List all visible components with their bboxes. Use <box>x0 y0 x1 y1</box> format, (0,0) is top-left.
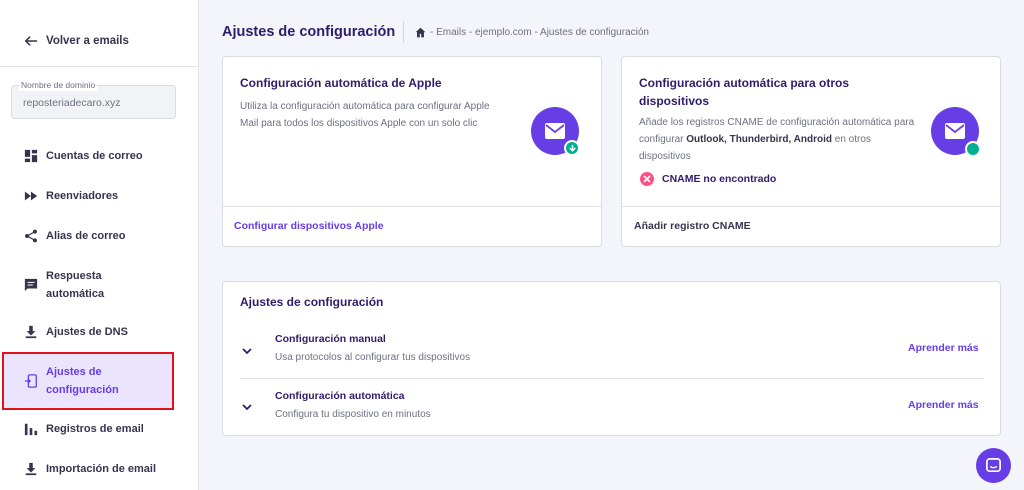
arrow-left-icon <box>24 36 38 46</box>
sidebar-item-label: Ajustes de DNS <box>46 326 128 338</box>
domain-value: reposteriadecaro.xyz <box>23 97 121 109</box>
sidebar-item-email-accounts[interactable]: Cuentas de correo <box>24 147 143 165</box>
sidebar-item-label: Importación de email <box>46 463 157 475</box>
sidebar-item-email-logs[interactable]: Registros de email <box>24 420 144 438</box>
apple-autoconfig-card: Configuración automática de Apple Utiliz… <box>222 56 602 247</box>
bar-chart-icon <box>24 423 38 436</box>
dashboard-icon <box>24 149 38 163</box>
back-label: Volver a emails <box>46 35 129 47</box>
card-divider <box>223 206 601 207</box>
sidebar-item-label: Ajustes de configuración <box>46 366 119 396</box>
learn-more-manual-link[interactable]: Aprender más <box>908 342 979 354</box>
status-dot-icon <box>965 141 981 157</box>
card-divider <box>622 206 1000 207</box>
cname-status-text: CNAME no encontrado <box>662 173 777 185</box>
chat-icon <box>986 458 1001 473</box>
sidebar-item-email-import[interactable]: Importación de email <box>24 460 156 478</box>
download-icon <box>25 325 37 339</box>
chat-support-button[interactable] <box>976 448 1011 483</box>
mail-icon <box>545 123 565 139</box>
back-to-emails-link[interactable]: Volver a emails <box>24 34 129 48</box>
other-card-title: Configuración automática para otros disp… <box>639 76 850 108</box>
sidebar-item-label: Cuentas de correo <box>46 150 143 162</box>
domain-label: Nombre de dominio <box>19 80 98 91</box>
chevron-down-icon[interactable] <box>241 401 253 413</box>
share-icon <box>25 229 37 243</box>
mail-icon <box>945 123 965 139</box>
page-title: Ajustes de configuración <box>222 24 396 40</box>
sidebar-item-label: Respuesta automática <box>46 270 105 300</box>
other-devices-autoconfig-card: Configuración automática para otros disp… <box>621 56 1001 247</box>
sidebar-item-configuration-settings[interactable]: Ajustes de configuración <box>24 363 136 399</box>
chat-reply-icon <box>24 278 38 292</box>
auto-config-subtitle: Configura tu dispositivo en minutos <box>275 409 431 420</box>
chevron-down-icon[interactable] <box>241 345 253 357</box>
auto-config-title[interactable]: Configuración automática <box>275 390 405 402</box>
learn-more-auto-link[interactable]: Aprender más <box>908 399 979 411</box>
sidebar-item-email-alias[interactable]: Alias de correo <box>24 227 125 245</box>
phone-setup-icon <box>24 374 37 388</box>
home-icon[interactable] <box>415 27 426 38</box>
breadcrumb-text: - Emails - ejemplo.com - Ajustes de conf… <box>430 27 649 38</box>
row-divider <box>240 378 984 379</box>
manual-config-subtitle: Usa protocolos al configurar tus disposi… <box>275 352 471 363</box>
fast-forward-icon <box>24 191 38 201</box>
sidebar-divider <box>0 66 199 67</box>
sidebar-item-label: Alias de correo <box>46 230 126 242</box>
error-x-icon <box>640 172 654 186</box>
download-badge-icon <box>564 140 580 156</box>
add-cname-record-link[interactable]: Añadir registro CNAME <box>634 220 751 232</box>
apple-card-description: Utiliza la configuración automática para… <box>240 101 490 129</box>
sidebar-item-label: Registros de email <box>46 423 144 435</box>
settings-card-title: Ajustes de configuración <box>240 295 384 309</box>
domain-select[interactable]: Nombre de dominio reposteriadecaro.xyz <box>11 80 176 119</box>
apple-card-title: Configuración automática de Apple <box>240 76 442 90</box>
sidebar-item-label: Reenviadores <box>46 190 119 202</box>
manual-config-title[interactable]: Configuración manual <box>275 333 386 345</box>
breadcrumb: - Emails - ejemplo.com - Ajustes de conf… <box>415 27 649 38</box>
cname-status: CNAME no encontrado <box>640 172 776 186</box>
sidebar-item-autoresponder[interactable]: Respuesta automática <box>24 267 136 303</box>
title-divider <box>403 21 404 43</box>
import-icon <box>25 462 37 476</box>
sidebar-item-forwarders[interactable]: Reenviadores <box>24 187 118 205</box>
configure-apple-devices-link[interactable]: Configurar dispositivos Apple <box>234 220 384 232</box>
sidebar-item-dns-settings[interactable]: Ajustes de DNS <box>24 323 128 341</box>
desc-bold-clients: Outlook, Thunderbird, Android <box>686 134 832 145</box>
sidebar: Volver a emails Nombre de dominio repost… <box>0 0 199 490</box>
other-card-description: Añade los registros CNAME de configuraci… <box>639 114 919 165</box>
